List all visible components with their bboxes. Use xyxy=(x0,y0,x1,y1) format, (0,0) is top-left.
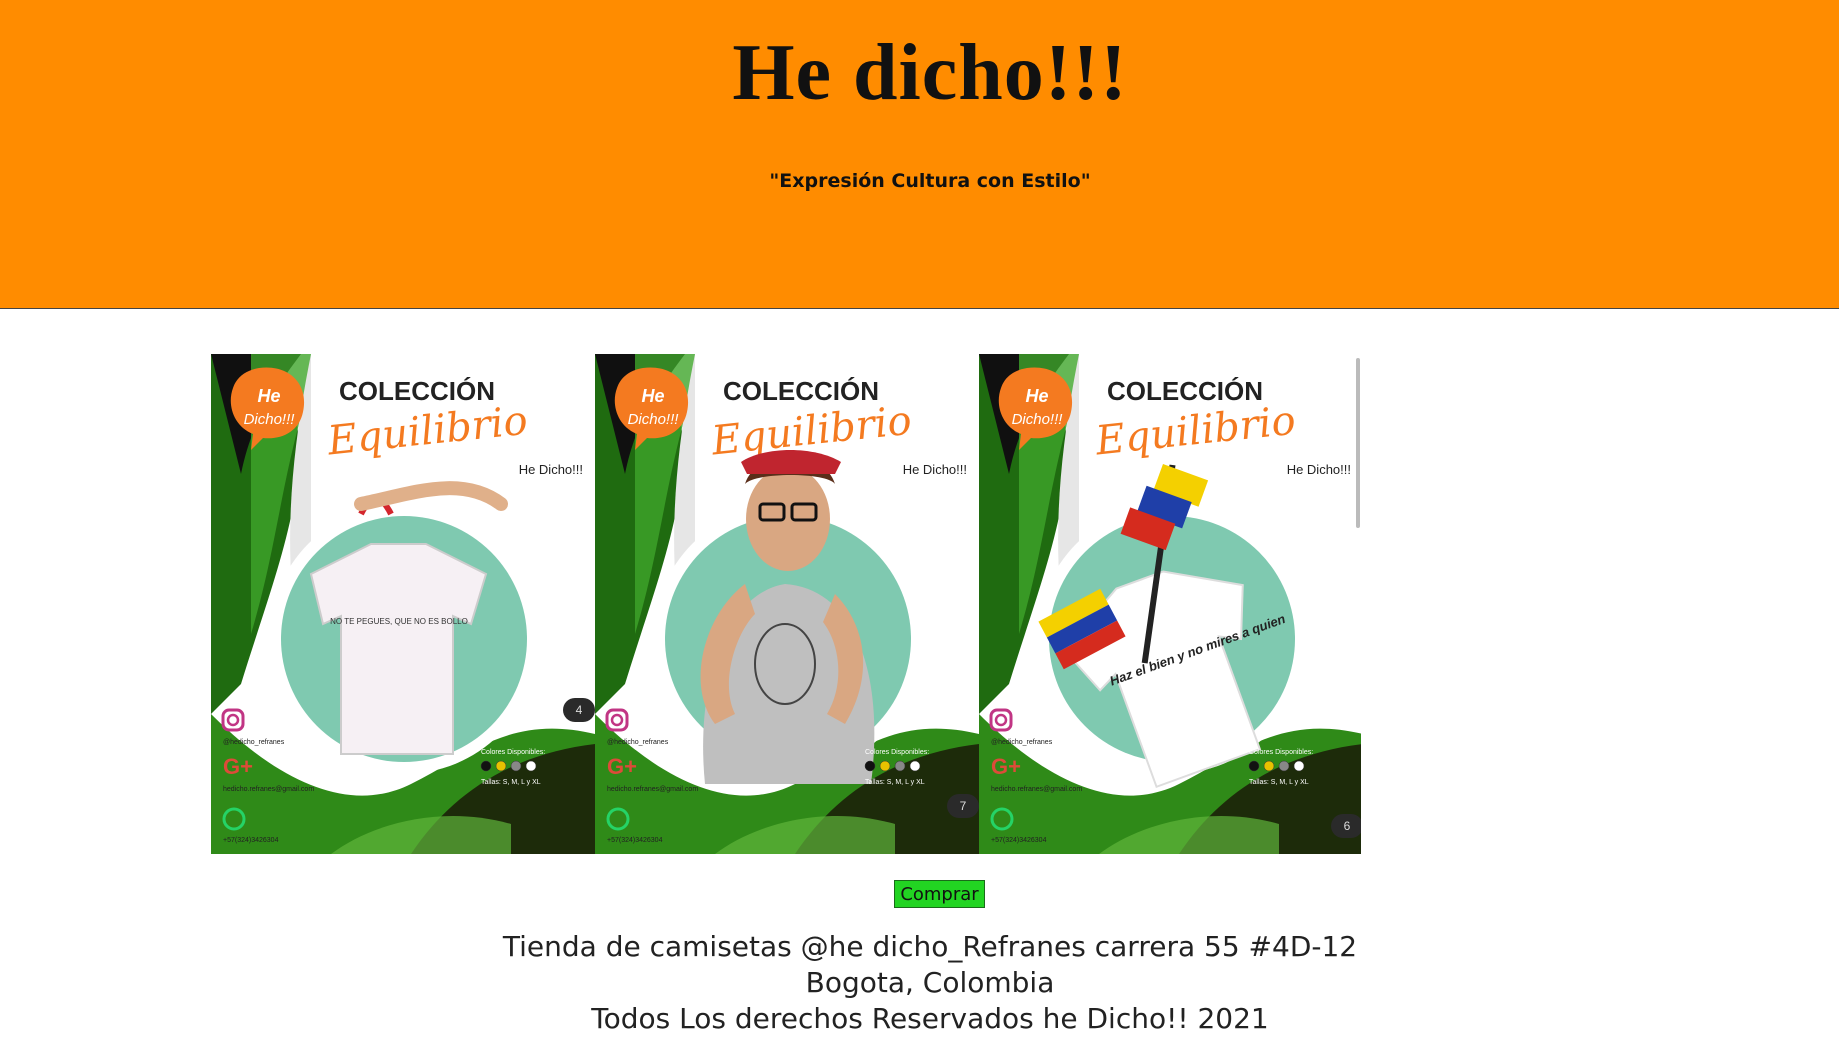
available-colors: Colores Disponibles: Tallas: S, M, L y XL xyxy=(864,749,929,786)
google-plus-icon: G+ xyxy=(991,754,1021,779)
site-title: He dicho!!! xyxy=(732,29,1128,117)
colors-label: Colores Disponibles: xyxy=(481,749,545,756)
contact-email: hedicho.refranes@gmail.com xyxy=(607,786,698,793)
color-swatch xyxy=(1278,760,1290,772)
instagram-handle: @hedicho_refranes xyxy=(991,739,1053,746)
color-swatch xyxy=(864,760,876,772)
slide-number-badge: 7 xyxy=(947,794,979,818)
slide-number-badge: 4 xyxy=(563,698,595,722)
color-swatch xyxy=(510,760,522,772)
footer-city: Bogota, Colombia xyxy=(805,966,1055,999)
card-artwork: HeDicho!!!COLECCIÓNEquilibrioHe Dicho!!!… xyxy=(595,354,979,854)
svg-text:Dicho!!!: Dicho!!! xyxy=(1012,411,1064,428)
color-swatch xyxy=(894,760,906,772)
color-swatch xyxy=(480,760,492,772)
color-swatch xyxy=(525,760,537,772)
instagram-handle: @hedicho_refranes xyxy=(607,739,669,746)
svg-text:He: He xyxy=(1025,386,1048,406)
color-swatch xyxy=(1293,760,1305,772)
collection-brand: He Dicho!!! xyxy=(1287,462,1351,477)
product-gallery[interactable]: He Dicho!!! COLECCIÓN Equilibrio He Dicho!!!… xyxy=(211,354,1361,854)
contact-phone: +57(324)3426304 xyxy=(607,837,663,844)
site-slogan: "Expresión Cultura con Estilo" xyxy=(769,170,1091,192)
product-card-1[interactable]: He Dicho!!! COLECCIÓN Equilibrio He Dicho!!!… xyxy=(211,354,595,854)
collection-brand: He Dicho!!! xyxy=(519,462,583,477)
colors-label: Colores Disponibles: xyxy=(865,749,929,756)
card-artwork: HeDicho!!!COLECCIÓNEquilibrioHe Dicho!!!… xyxy=(211,354,595,854)
color-swatch xyxy=(909,760,921,772)
buy-button[interactable]: Comprar xyxy=(894,880,985,908)
slide-number: 7 xyxy=(960,799,967,813)
collection-heading: COLECCIÓN xyxy=(339,376,495,406)
color-swatch xyxy=(1263,760,1275,772)
contact-email: hedicho.refranes@gmail.com xyxy=(991,786,1082,793)
slide-number: 4 xyxy=(576,703,583,717)
color-swatch xyxy=(879,760,891,772)
shirt-print-text: NO TE PEGUES, QUE NO ES BOLLO xyxy=(330,617,468,626)
available-colors: Colores Disponibles: Tallas: S, M, L y XL xyxy=(480,749,545,786)
color-swatch xyxy=(1248,760,1260,772)
site-footer: Tienda de camisetas @he dicho_Refranes c… xyxy=(0,929,1839,1037)
instagram-handle: @hedicho_refranes xyxy=(223,739,285,746)
colors-label: Colores Disponibles: xyxy=(1249,749,1313,756)
color-swatch xyxy=(495,760,507,772)
footer-address: Tienda de camisetas @he dicho_Refranes c… xyxy=(502,930,1358,963)
collection-heading: COLECCIÓN xyxy=(723,376,879,406)
contact-email: hedicho.refranes@gmail.com xyxy=(223,786,314,793)
sizes-label: Tallas: S, M, L y XL xyxy=(481,779,541,786)
svg-text:Dicho!!!: Dicho!!! xyxy=(628,411,680,428)
contact-phone: +57(324)3426304 xyxy=(991,837,1047,844)
google-plus-icon: G+ xyxy=(607,754,637,779)
google-plus-icon: G+ xyxy=(223,754,253,779)
product-card-3[interactable]: He Dicho!!! COLECCIÓN Equilibrio He Dicho!!!… xyxy=(979,354,1361,854)
site-header: He dicho!!! "Expresión Cultura con Estil… xyxy=(0,0,1839,309)
svg-text:He: He xyxy=(641,386,664,406)
collection-heading: COLECCIÓN xyxy=(1107,376,1263,406)
svg-text:Dicho!!!: Dicho!!! xyxy=(244,411,296,428)
product-card-2[interactable]: He Dicho!!! COLECCIÓN Equilibrio He Dicho!!!… xyxy=(595,354,979,854)
footer-copyright: Todos Los derechos Reservados he Dicho!!… xyxy=(591,1002,1269,1035)
card-artwork: HeDicho!!!COLECCIÓNEquilibrioHe Dicho!!!… xyxy=(979,354,1361,854)
slide-number: 6 xyxy=(1344,819,1351,833)
sizes-label: Tallas: S, M, L y XL xyxy=(1249,779,1309,786)
contact-phone: +57(324)3426304 xyxy=(223,837,279,844)
gallery-scrollbar[interactable] xyxy=(1356,358,1360,528)
collection-brand: He Dicho!!! xyxy=(903,462,967,477)
available-colors: Colores Disponibles: Tallas: S, M, L y XL xyxy=(1248,749,1313,786)
svg-text:He: He xyxy=(257,386,280,406)
sizes-label: Tallas: S, M, L y XL xyxy=(865,779,925,786)
slide-number-badge: 6 xyxy=(1331,814,1361,838)
